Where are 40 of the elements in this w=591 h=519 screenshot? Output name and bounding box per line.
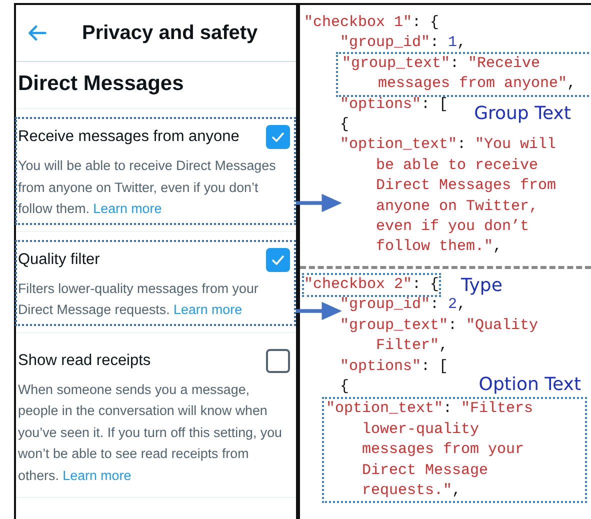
learn-more-link[interactable]: Learn more <box>93 201 162 216</box>
code-line: messages from anyone", <box>378 75 576 92</box>
annotation-label: Type <box>461 274 502 296</box>
section-heading: Direct Messages <box>16 62 296 109</box>
code-line: "group_text": "Quality <box>340 316 538 334</box>
setting-label: Receive messages from anyone <box>18 128 240 146</box>
code-line: "option_text": "You will <box>340 136 556 154</box>
code-line: "checkbox 2": { <box>304 276 440 293</box>
code-line: "group_text": "Receive <box>342 54 540 72</box>
code-line: even if you don’t <box>376 218 530 236</box>
learn-more-link[interactable]: Learn more <box>62 468 132 482</box>
code-line: { <box>340 116 350 134</box>
code-line: { <box>340 378 350 395</box>
code-line: "options": [ <box>340 96 448 113</box>
setting-description: Filters lower-quality messages from your Direct Message requests. Learn more <box>18 280 260 319</box>
setting-label: Show read receipts <box>18 352 151 370</box>
code-line: "checkbox 1": { <box>304 14 440 31</box>
code-line: anyone on Twitter, <box>376 198 538 215</box>
code-line: "group_id": 1, <box>340 34 466 52</box>
code-line: follow them.", <box>376 238 502 256</box>
checkbox[interactable] <box>266 348 290 372</box>
code-line: Direct Messages from <box>376 177 556 194</box>
code-line: Filter", <box>376 337 448 354</box>
code-line: Direct Message <box>362 462 488 479</box>
code-line: lower-quality <box>362 420 480 438</box>
code-line: be able to receive <box>376 156 538 174</box>
code-line: "group_id": 2, <box>340 296 466 314</box>
annotation-label: Option Text <box>478 374 581 396</box>
setting-description: You will be able to receive Direct Messages from anyone on Twitter, even if you don’t follow them. Learn more <box>18 157 277 218</box>
checkbox[interactable] <box>266 125 290 149</box>
learn-more-link[interactable]: Learn more <box>174 302 242 317</box>
code-line: requests.", <box>362 482 462 499</box>
screen-title: Privacy and safety <box>82 22 258 44</box>
checkbox[interactable] <box>266 248 290 272</box>
setting-description: When someone sends you a message, people in the conversation will know when you’ve seen it. If you turn off this setting, you won’t be able to see read receipts from others. Learn more <box>18 380 283 484</box>
code-line: "option_text": "Filters <box>326 400 534 418</box>
setting-label: Quality filter <box>18 250 100 268</box>
code-line: messages from your <box>362 441 524 458</box>
annotation-label: Group Text <box>474 102 571 124</box>
code-line: "options": [ <box>340 358 448 374</box>
